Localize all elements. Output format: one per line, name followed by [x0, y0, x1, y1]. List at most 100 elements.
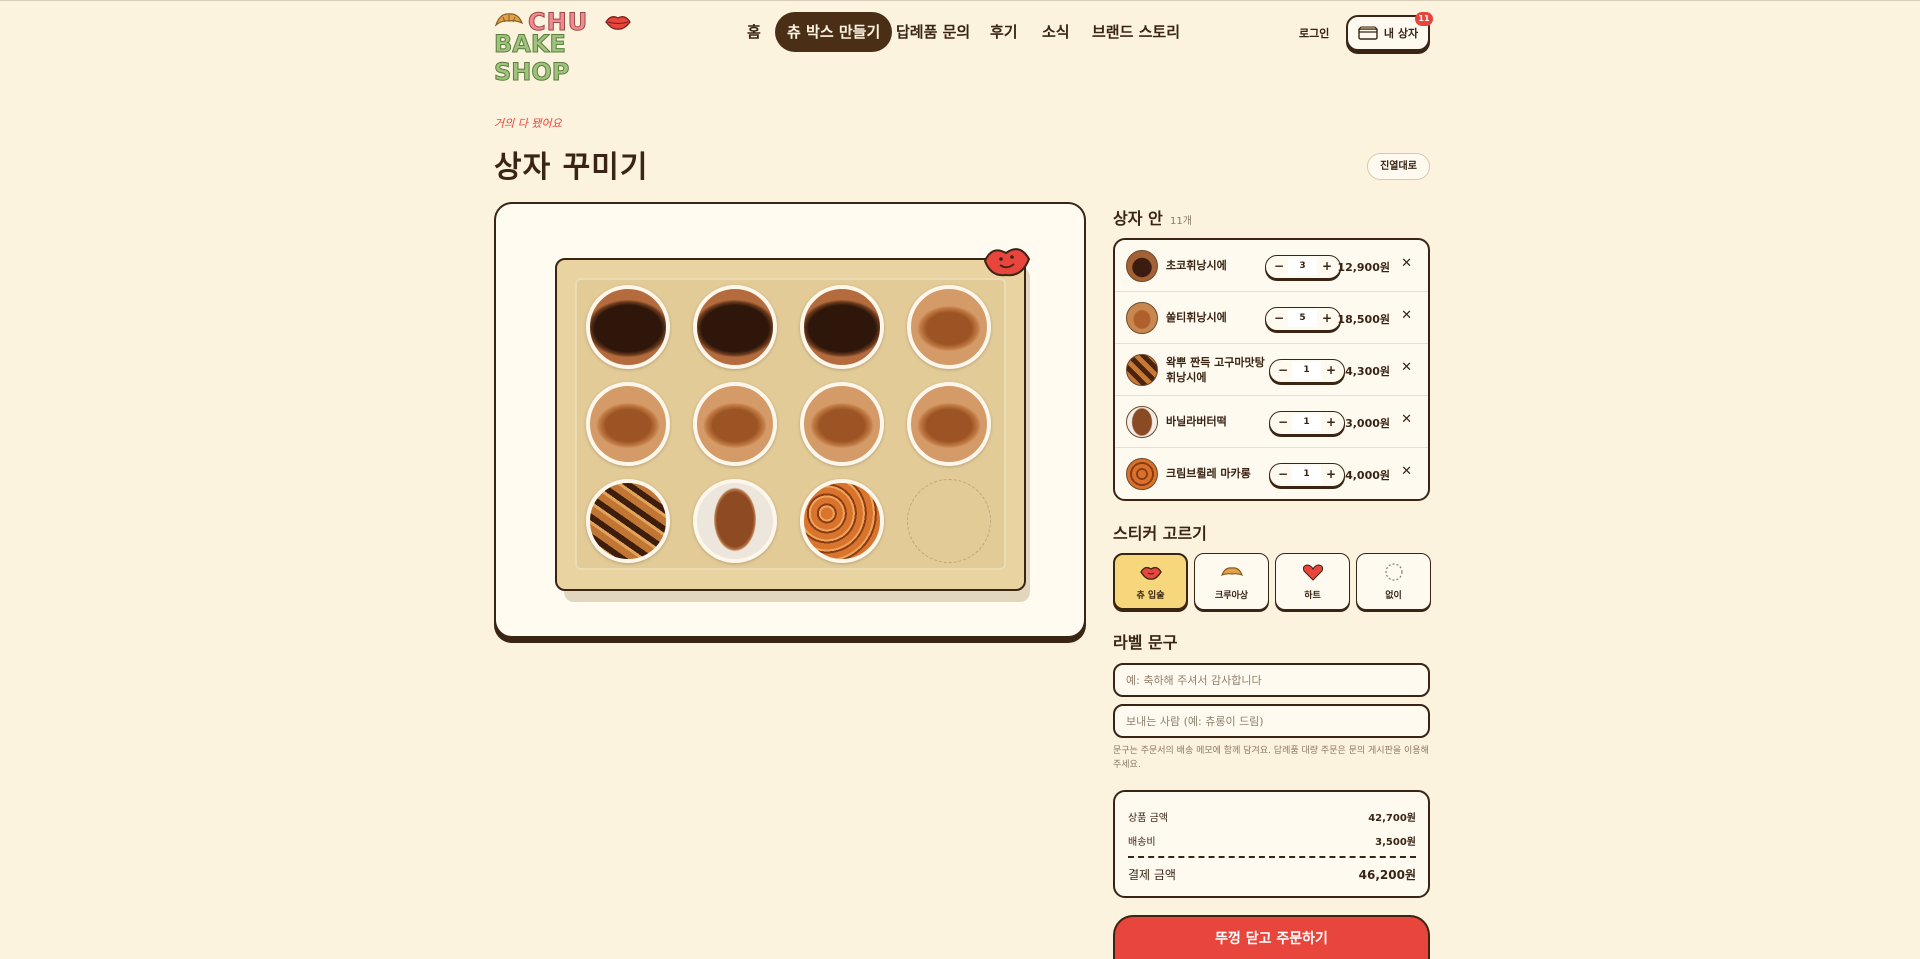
- decrease-button[interactable]: −: [1272, 360, 1294, 381]
- sticker-label: 하트: [1304, 591, 1321, 601]
- logo-text-bakeshop: BAKE SHOP: [494, 30, 570, 87]
- sticker-option-croissant[interactable]: 크루아상: [1194, 553, 1269, 610]
- subtotal-value: 42,700원: [1368, 813, 1416, 824]
- line-price: 4,300원: [1345, 365, 1390, 378]
- nav-reviews[interactable]: 후기: [990, 12, 1018, 52]
- total-value: 46,200원: [1358, 868, 1416, 882]
- total-row: 결제 금액 46,200원: [1128, 866, 1416, 883]
- product-thumbnail: [1126, 406, 1158, 438]
- product-name: 쏠티휘낭시에: [1166, 311, 1227, 324]
- sticker-label: 크루아상: [1214, 591, 1249, 601]
- lips-sticker-icon[interactable]: [982, 241, 1032, 279]
- tray-slot-choco-financier[interactable]: [800, 285, 884, 369]
- quantity-value[interactable]: 1: [1292, 466, 1321, 483]
- cart-row: 바닐라버터떡 − 1 + 3,000원 ✕: [1115, 396, 1428, 448]
- sender-name-input[interactable]: [1113, 704, 1430, 738]
- product-thumbnail: [1126, 302, 1158, 334]
- croissant-logo-icon: [494, 13, 524, 27]
- nav-home[interactable]: 홈: [747, 12, 761, 52]
- sticker-section-title: 스티커 고르기: [1113, 524, 1207, 543]
- decrease-button[interactable]: −: [1272, 412, 1294, 433]
- label-hint-text: 문구는 주문서의 배송 메모에 함께 담겨요. 답례품 대량 주문은 문의 게시…: [1113, 746, 1429, 770]
- increase-button[interactable]: +: [1320, 360, 1342, 381]
- empty-slot[interactable]: [907, 479, 991, 563]
- line-price: 4,000원: [1345, 469, 1390, 482]
- heart-icon: [1302, 564, 1323, 581]
- quantity-value[interactable]: 5: [1288, 310, 1317, 327]
- product-name: 바닐라버터떡: [1166, 415, 1227, 428]
- cart-item-list: 초코휘낭시에 − 3 + 12,900원 ✕ 쏠티휘낭시에 − 5 + 18,5…: [1113, 238, 1430, 501]
- remove-item-icon[interactable]: ✕: [1401, 464, 1412, 479]
- lips-icon: [1139, 566, 1162, 580]
- top-border: [0, 0, 1920, 1]
- subtotal-label: 상품 금액: [1128, 813, 1168, 824]
- box-icon: [1357, 26, 1378, 40]
- nav-brand-story[interactable]: 브랜드 스토리: [1092, 12, 1180, 52]
- dashed-circle-icon: [1384, 563, 1403, 581]
- product-thumbnail: [1126, 250, 1158, 282]
- tray-slot-choco-financier[interactable]: [693, 285, 777, 369]
- summary-divider: [1128, 856, 1416, 858]
- my-box-label: 내 상자: [1383, 27, 1419, 40]
- login-link[interactable]: 로그인: [1299, 25, 1329, 41]
- line-price: 12,900원: [1337, 261, 1390, 274]
- remove-item-icon[interactable]: ✕: [1401, 256, 1412, 271]
- increase-button[interactable]: +: [1320, 412, 1342, 433]
- quantity-stepper: − 1 +: [1269, 463, 1345, 487]
- lips-logo-icon: [605, 16, 631, 30]
- tray-slot-creme-brulee-macaron[interactable]: [800, 479, 884, 563]
- tray-slot-salted-financier[interactable]: [907, 382, 991, 466]
- quantity-stepper: − 1 +: [1269, 359, 1345, 383]
- page-title: 상자 꾸미기: [494, 150, 649, 185]
- quantity-value[interactable]: 3: [1288, 258, 1317, 275]
- shipping-row: 배송비 3,500원: [1128, 833, 1416, 848]
- tray-slot-sweetpotato-financier[interactable]: [586, 479, 670, 563]
- nav-news[interactable]: 소식: [1042, 12, 1070, 52]
- close-lid-order-button[interactable]: 뚜껑 닫고 주문하기: [1113, 915, 1430, 959]
- label-message-input[interactable]: [1113, 663, 1430, 697]
- sticker-option-none[interactable]: 없이: [1356, 553, 1431, 610]
- increase-button[interactable]: +: [1316, 256, 1338, 277]
- nav-gift-inquiry[interactable]: 답례품 문의: [896, 12, 970, 52]
- sticker-option-heart[interactable]: 하트: [1275, 553, 1350, 610]
- tray-slot-salted-financier[interactable]: [907, 285, 991, 369]
- product-name: 크림브륄레 마카롱: [1166, 467, 1251, 480]
- brand-logo[interactable]: CHU BAKE SHOP: [494, 8, 631, 87]
- product-name: 초코휘낭시에: [1166, 259, 1227, 272]
- back-to-shelf-button[interactable]: 진열대로: [1367, 153, 1430, 180]
- nav-build-box[interactable]: 츄 박스 만들기: [775, 12, 893, 52]
- tray-slot-vanilla-madeleine[interactable]: [693, 479, 777, 563]
- total-label: 결제 금액: [1128, 868, 1176, 882]
- product-thumbnail: [1126, 458, 1158, 490]
- quantity-value[interactable]: 1: [1292, 414, 1321, 431]
- cart-row: 크림브륄레 마카롱 − 1 + 4,000원 ✕: [1115, 448, 1428, 499]
- sticker-options: 츄 입술 크루아상 하트 없이: [1113, 553, 1431, 610]
- tray-slot-salted-financier[interactable]: [693, 382, 777, 466]
- subtotal-row: 상품 금액 42,700원: [1128, 809, 1416, 824]
- croissant-icon: [1220, 567, 1243, 577]
- decrease-button[interactable]: −: [1272, 464, 1294, 485]
- decrease-button[interactable]: −: [1268, 256, 1290, 277]
- cart-row: 초코휘낭시에 − 3 + 12,900원 ✕: [1115, 240, 1428, 292]
- shipping-label: 배송비: [1128, 837, 1156, 848]
- quantity-value[interactable]: 1: [1292, 362, 1321, 379]
- quantity-stepper: − 1 +: [1269, 411, 1345, 435]
- decrease-button[interactable]: −: [1268, 308, 1290, 329]
- sticker-label: 츄 입술: [1136, 591, 1165, 601]
- remove-item-icon[interactable]: ✕: [1401, 360, 1412, 375]
- quantity-stepper: − 5 +: [1265, 307, 1341, 331]
- increase-button[interactable]: +: [1316, 308, 1338, 329]
- tray-slot-salted-financier[interactable]: [800, 382, 884, 466]
- tray-slot-choco-financier[interactable]: [586, 285, 670, 369]
- sticker-option-lips[interactable]: 츄 입술: [1113, 553, 1188, 610]
- increase-button[interactable]: +: [1320, 464, 1342, 485]
- label-section-title: 라벨 문구: [1113, 633, 1178, 652]
- cart-section-title: 상자 안: [1113, 209, 1163, 228]
- cart-row: 쏠티휘낭시에 − 5 + 18,500원 ✕: [1115, 292, 1428, 344]
- line-price: 18,500원: [1337, 313, 1390, 326]
- cart-count-badge: 11: [1415, 12, 1433, 26]
- tray-slot-salted-financier[interactable]: [586, 382, 670, 466]
- remove-item-icon[interactable]: ✕: [1401, 412, 1412, 427]
- remove-item-icon[interactable]: ✕: [1401, 308, 1412, 323]
- cart-item-count: 11개: [1170, 216, 1192, 227]
